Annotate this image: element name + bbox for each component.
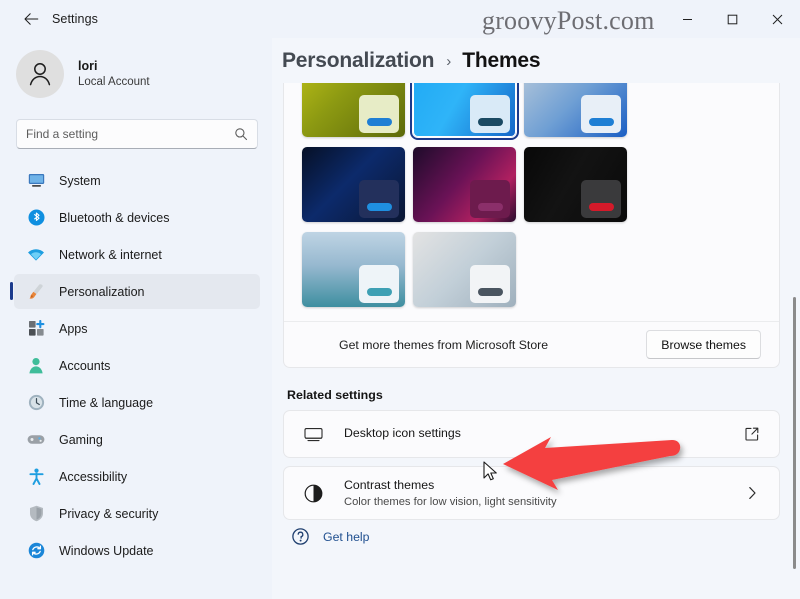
sidebar-item-label: Bluetooth & devices (59, 210, 170, 225)
person-icon (29, 63, 51, 86)
window-title: Settings (52, 12, 98, 26)
theme-tile[interactable] (524, 147, 627, 222)
search-icon (235, 128, 248, 141)
arrow-left-icon (24, 13, 38, 25)
scroll-area: Get more themes from Microsoft Store Bro… (272, 83, 800, 599)
bluetooth-icon (26, 208, 46, 228)
sidebar-item-apps[interactable]: Apps (14, 311, 260, 346)
minimize-icon (683, 18, 692, 20)
sidebar-item-accounts[interactable]: Accounts (14, 348, 260, 383)
row-subtitle: Color themes for low vision, light sensi… (344, 495, 557, 508)
get-more-themes-row: Get more themes from Microsoft Store Bro… (284, 321, 779, 367)
page-title: Themes (462, 48, 541, 72)
get-help-label: Get help (323, 529, 370, 544)
title-bar: Settings (0, 0, 800, 38)
store-label: Get more themes from Microsoft Store (339, 337, 549, 352)
themes-card: Get more themes from Microsoft Store Bro… (283, 83, 780, 368)
sidebar-item-bluetooth-devices[interactable]: Bluetooth & devices (14, 200, 260, 235)
sidebar-item-label: Accessibility (59, 469, 128, 484)
minimize-button[interactable] (665, 0, 710, 38)
clock-icon (26, 393, 46, 413)
breadcrumb-parent[interactable]: Personalization (282, 49, 434, 73)
sidebar-item-label: Personalization (59, 284, 145, 299)
back-button[interactable] (14, 4, 48, 34)
content-pane: Personalization › Themes Get more themes… (272, 38, 800, 599)
sidebar-item-gaming[interactable]: Gaming (14, 422, 260, 457)
sidebar-item-label: Privacy & security (59, 506, 159, 521)
apps-icon (26, 319, 46, 339)
update-icon (26, 541, 46, 561)
search-input[interactable] (26, 127, 234, 141)
vertical-scrollbar[interactable] (793, 297, 796, 569)
sidebar-nav: System Bluetooth & devices Network & int… (10, 163, 262, 570)
sidebar-item-time-language[interactable]: Time & language (14, 385, 260, 420)
sidebar-item-windows-update[interactable]: Windows Update (14, 533, 260, 568)
contrast-themes-row[interactable]: Contrast themes Color themes for low vis… (283, 466, 780, 520)
help-icon (289, 528, 311, 545)
sidebar-item-network-internet[interactable]: Network & internet (14, 237, 260, 272)
accessibility-icon (26, 467, 46, 487)
external-link-icon[interactable] (739, 427, 765, 441)
account-subtitle: Local Account (78, 76, 150, 89)
desktop-icon-settings-row[interactable]: Desktop icon settings (283, 410, 780, 458)
sidebar-item-privacy-security[interactable]: Privacy & security (14, 496, 260, 531)
contrast-icon (300, 484, 326, 503)
sidebar-item-label: Windows Update (59, 543, 154, 558)
chevron-right-icon[interactable] (739, 486, 765, 500)
avatar (16, 50, 64, 98)
maximize-button[interactable] (710, 0, 755, 38)
sidebar-item-personalization[interactable]: Personalization (10, 274, 260, 309)
window-controls (665, 0, 800, 38)
theme-tile[interactable] (302, 147, 405, 222)
gamepad-icon (26, 430, 46, 450)
maximize-icon (727, 14, 738, 24)
breadcrumb: Personalization › Themes (272, 38, 800, 83)
sidebar-item-label: Apps (59, 321, 88, 336)
theme-tile-selected[interactable] (410, 83, 519, 140)
shield-icon (26, 504, 46, 524)
theme-tile[interactable] (413, 147, 516, 222)
sidebar-item-label: System (59, 173, 101, 188)
theme-tile[interactable] (302, 232, 405, 307)
row-title: Desktop icon settings (344, 426, 461, 440)
sidebar-item-accessibility[interactable]: Accessibility (14, 459, 260, 494)
get-help-link[interactable]: Get help (283, 528, 780, 545)
row-title: Contrast themes (344, 478, 435, 492)
sidebar-item-system[interactable]: System (14, 163, 260, 198)
account-block[interactable]: lori Local Account (16, 42, 262, 106)
settings-window: Settings groovyPost.com lori Local Accou… (0, 0, 800, 599)
close-button[interactable] (755, 0, 800, 38)
chevron-right-icon: › (446, 53, 452, 70)
sidebar-item-label: Accounts (59, 358, 111, 373)
close-icon (772, 14, 783, 24)
search-box[interactable] (16, 119, 258, 149)
account-name: lori (78, 58, 98, 73)
window-body: lori Local Account Find a setting System… (0, 38, 800, 599)
monitor-icon (300, 427, 326, 442)
theme-tile[interactable] (524, 83, 627, 137)
themes-grid (302, 83, 761, 321)
sidebar: lori Local Account Find a setting System… (0, 38, 272, 599)
theme-tile[interactable] (413, 232, 516, 307)
theme-tile[interactable] (302, 83, 405, 137)
accounts-icon (26, 356, 46, 376)
related-settings-title: Related settings (287, 388, 383, 402)
browse-themes-button[interactable]: Browse themes (646, 330, 761, 359)
sidebar-item-label: Network & internet (59, 247, 162, 262)
sidebar-item-label: Time & language (59, 395, 154, 410)
paintbrush-icon (26, 282, 46, 302)
wifi-icon (26, 245, 46, 265)
sidebar-item-label: Gaming (59, 432, 103, 447)
system-icon (26, 171, 46, 191)
